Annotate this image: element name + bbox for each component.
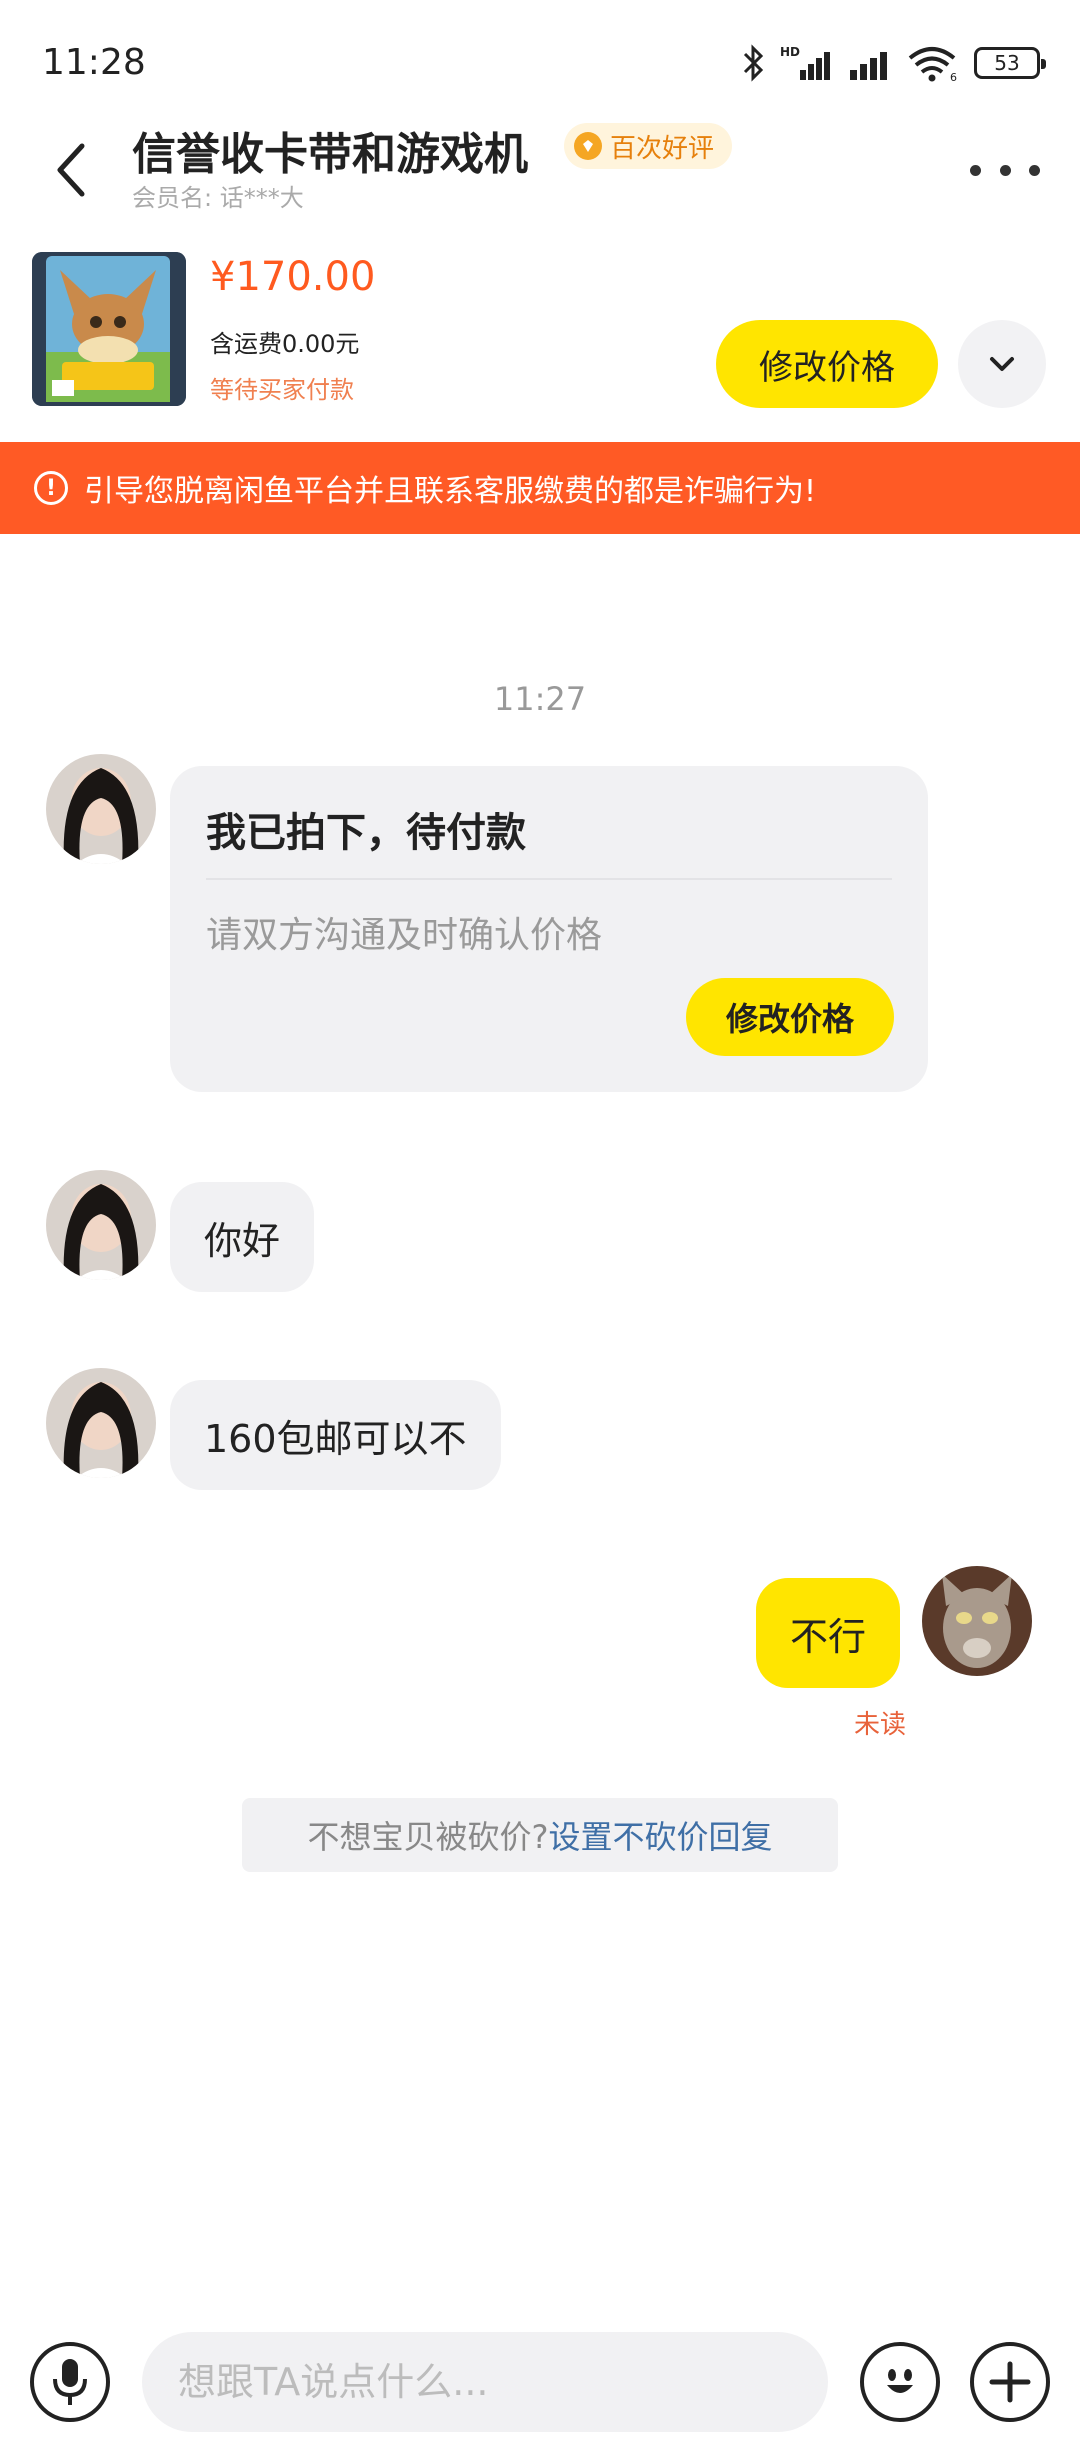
smiley-icon <box>887 2369 913 2393</box>
medal-icon <box>574 132 602 160</box>
no-bargain-hint: 不想宝贝被砍价? 设置不砍价回复 <box>242 1798 838 1872</box>
more-dot-icon <box>999 164 1011 176</box>
modify-price-button[interactable]: 修改价格 <box>716 320 938 408</box>
hint-text: 不想宝贝被砍价? <box>307 1818 549 1856</box>
signal-icon <box>850 52 887 80</box>
order-status: 等待买家付款 <box>210 376 354 404</box>
message-bubble: 160包邮可以不 <box>170 1380 501 1490</box>
expand-button[interactable] <box>958 320 1046 408</box>
message-input[interactable] <box>142 2332 828 2432</box>
warning-text: 引导您脱离闲鱼平台并且联系客服缴费的都是诈骗行为! <box>84 474 817 509</box>
product-thumbnail[interactable] <box>32 252 186 406</box>
my-message-bubble: 不行 <box>756 1578 901 1688</box>
back-arrow-icon <box>57 143 85 197</box>
buyer-avatar[interactable] <box>46 754 156 864</box>
buyer-avatar[interactable] <box>46 1368 156 1478</box>
card-subtitle: 请双方沟通及时确认价格 <box>206 915 603 956</box>
card-modify-price-button[interactable]: 修改价格 <box>686 978 894 1056</box>
my-avatar[interactable] <box>922 1566 1032 1676</box>
status-icons: HD 6 53 <box>742 44 1046 82</box>
more-dot-icon <box>1029 164 1040 176</box>
add-button[interactable] <box>970 2342 1050 2422</box>
order-status-card: 我已拍下，待付款 请双方沟通及时确认价格 修改价格 <box>170 766 928 1092</box>
product-card: ¥170.00 含运费0.00元 等待买家付款 修改价格 <box>0 240 1080 440</box>
more-dot-icon <box>970 164 981 176</box>
product-price: ¥170.00 <box>210 254 376 300</box>
status-time: 11:28 <box>42 42 146 83</box>
signal-hd-icon: HD <box>780 45 830 80</box>
badge-label: 百次好评 <box>610 133 715 164</box>
unread-status: 未读 <box>854 1710 907 1740</box>
voice-button[interactable] <box>30 2342 110 2422</box>
set-no-bargain-link[interactable]: 设置不砍价回复 <box>548 1812 772 1858</box>
chevron-down-icon <box>990 357 1014 371</box>
battery-level: 53 <box>994 51 1020 75</box>
buyer-avatar[interactable] <box>46 1170 156 1280</box>
input-bar <box>0 2320 1080 2460</box>
message-text: 你好 <box>204 1218 281 1263</box>
plus-icon <box>989 2361 1031 2403</box>
card-divider <box>206 878 892 880</box>
seller-title: 信誉收卡带和游戏机 <box>132 129 528 180</box>
fraud-warning-banner: ! 引导您脱离闲鱼平台并且联系客服缴费的都是诈骗行为! <box>0 442 1080 534</box>
hd-label: HD <box>780 45 800 59</box>
wifi-gen-label: 6 <box>950 71 957 82</box>
microphone-icon <box>53 2359 87 2405</box>
emoji-button[interactable] <box>860 2342 940 2422</box>
message-text: 160包邮可以不 <box>204 1416 467 1461</box>
shipping-fee: 含运费0.00元 <box>210 330 360 358</box>
message-timestamp: 11:27 <box>493 680 587 718</box>
chat-messages: 11:27 我已拍下，待付款 请双方沟通及时确认价格 修改价格 你好 160包邮… <box>0 534 1080 2314</box>
back-button[interactable] <box>40 130 100 210</box>
rating-badge: 百次好评 <box>564 123 733 169</box>
bluetooth-icon <box>743 44 764 82</box>
chat-header: 信誉收卡带和游戏机 百次好评 会员名: 话***大 <box>0 110 1080 220</box>
message-text: 不行 <box>790 1614 867 1659</box>
card-title: 我已拍下，待付款 <box>206 810 526 856</box>
more-options-button[interactable] <box>970 140 1040 200</box>
member-name: 会员名: 话***大 <box>132 184 304 212</box>
battery-icon: 53 <box>974 47 1046 79</box>
exclamation-icon: ! <box>34 471 68 505</box>
wifi-icon: 6 <box>908 47 957 82</box>
message-bubble: 你好 <box>170 1182 315 1292</box>
